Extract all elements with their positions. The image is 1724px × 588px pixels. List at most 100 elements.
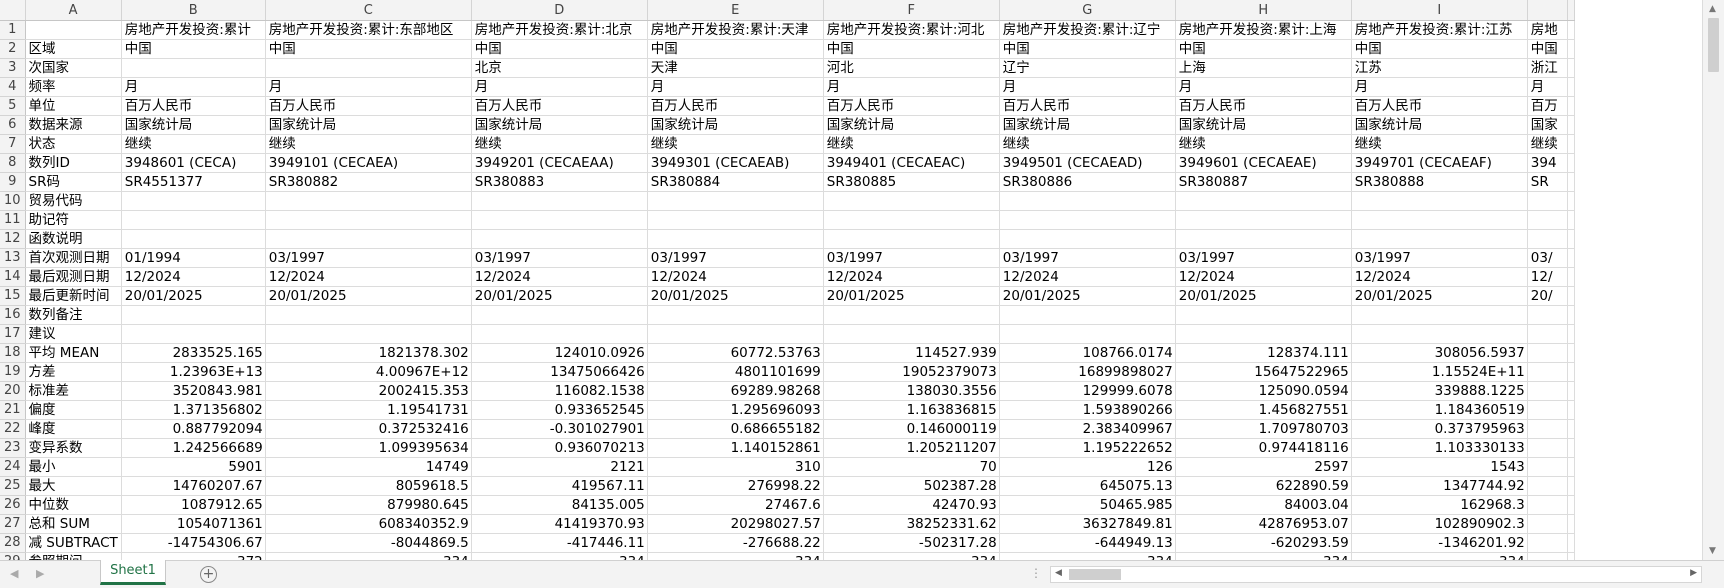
cell[interactable] [823,305,1000,325]
cell[interactable]: 308056.5937 [1351,343,1528,363]
cell[interactable]: 辽宁 [999,58,1176,78]
cell[interactable]: 2833525.165 [121,343,266,363]
cell[interactable] [1567,172,1575,192]
cell[interactable]: 84003.04 [1175,495,1352,515]
cell[interactable]: 38252331.62 [823,514,1000,534]
cell[interactable]: 方差 [25,362,122,382]
cell[interactable] [1527,514,1568,534]
cell[interactable]: 月 [1175,77,1352,97]
cell[interactable]: 房地产开发投资:累计 [121,20,266,40]
cell[interactable]: 百万人民币 [823,96,1000,116]
cell[interactable] [1527,381,1568,401]
cell[interactable]: 108766.0174 [999,343,1176,363]
row-header[interactable]: 4 [0,77,26,97]
row-header[interactable]: 24 [0,457,26,477]
cell[interactable]: 河北 [823,58,1000,78]
cell[interactable]: 50465.985 [999,495,1176,515]
cell[interactable] [1527,457,1568,477]
cell[interactable] [1567,476,1575,496]
cell[interactable]: 中位数 [25,495,122,515]
cell[interactable]: 1.103330133 [1351,438,1528,458]
cell[interactable]: 首次观测日期 [25,248,122,268]
cell[interactable]: 162968.3 [1351,495,1528,515]
cell[interactable]: 3949601 (CECAEAE) [1175,153,1352,173]
cell[interactable]: 继续 [121,134,266,154]
cell[interactable]: 20/01/2025 [471,286,648,306]
cell[interactable] [121,305,266,325]
cell[interactable]: -1346201.92 [1351,533,1528,553]
cell[interactable]: 3949401 (CECAEAC) [823,153,1000,173]
cell[interactable] [1567,400,1575,420]
cell[interactable] [1567,305,1575,325]
cell[interactable]: 3949201 (CECAEAA) [471,153,648,173]
cell[interactable]: 助记符 [25,210,122,230]
cell[interactable]: 116082.1538 [471,381,648,401]
cell[interactable]: 69289.98268 [647,381,824,401]
cell[interactable]: -502317.28 [823,533,1000,553]
cell[interactable]: 百万人民币 [121,96,266,116]
cell[interactable] [1567,134,1575,154]
cell[interactable]: 房地 [1527,20,1568,40]
cell[interactable] [471,324,648,344]
cell[interactable]: 125090.0594 [1175,381,1352,401]
cell[interactable] [1351,324,1528,344]
cell[interactable]: 0.936070213 [471,438,648,458]
cell[interactable]: 百万人民币 [1175,96,1352,116]
cell[interactable] [1527,476,1568,496]
row-header[interactable]: 19 [0,362,26,382]
cell[interactable]: 偏度 [25,400,122,420]
cell[interactable]: 310 [647,457,824,477]
cell[interactable]: 2.383409967 [999,419,1176,439]
cell[interactable]: 138030.3556 [823,381,1000,401]
cell[interactable]: 0.686655182 [647,419,824,439]
cell[interactable]: 继续 [999,134,1176,154]
cell[interactable]: 12/2024 [471,267,648,287]
tab-split-handle-icon[interactable]: ⋮ [1030,566,1043,580]
cell[interactable]: 0.372532416 [265,419,472,439]
cell[interactable]: 函数说明 [25,229,122,249]
tab-sheet1[interactable]: Sheet1 [100,560,166,585]
cell[interactable] [1175,324,1352,344]
cell[interactable] [471,210,648,230]
cell[interactable] [1351,191,1528,211]
cell[interactable] [1567,533,1575,553]
cell[interactable] [1527,305,1568,325]
cell[interactable]: 房地产开发投资:累计:江苏 [1351,20,1528,40]
cell[interactable] [1175,191,1352,211]
row-header[interactable]: 20 [0,381,26,401]
cell[interactable] [265,210,472,230]
cell[interactable]: 变异系数 [25,438,122,458]
cell[interactable]: 1.371356802 [121,400,266,420]
row-header[interactable]: 16 [0,305,26,325]
row-header[interactable]: 12 [0,229,26,249]
cell[interactable]: SR380885 [823,172,1000,192]
cell[interactable]: -417446.11 [471,533,648,553]
cell[interactable]: 12/ [1527,267,1568,287]
cell[interactable]: 数列ID [25,153,122,173]
cell[interactable] [999,210,1176,230]
cell[interactable]: 区域 [25,39,122,59]
cell[interactable]: 15647522965 [1175,362,1352,382]
row-header[interactable]: 14 [0,267,26,287]
row-header[interactable]: 3 [0,58,26,78]
cell[interactable]: 124010.0926 [471,343,648,363]
cell[interactable]: 百万人民币 [647,96,824,116]
cell[interactable]: 继续 [471,134,648,154]
cell[interactable] [265,229,472,249]
row-header[interactable]: 18 [0,343,26,363]
cell[interactable]: 03/1997 [1175,248,1352,268]
cell[interactable]: 1.242566689 [121,438,266,458]
cell[interactable]: 1.163836815 [823,400,1000,420]
cell[interactable]: 国家统计局 [121,115,266,135]
cell[interactable]: 102890902.3 [1351,514,1528,534]
cell[interactable]: 879980.645 [265,495,472,515]
row-header[interactable]: 10 [0,191,26,211]
cell[interactable]: 4.00967E+12 [265,362,472,382]
cell[interactable] [265,305,472,325]
cell[interactable]: 20/01/2025 [265,286,472,306]
cell[interactable]: 4801101699 [647,362,824,382]
cell[interactable]: 1054071361 [121,514,266,534]
cell[interactable]: 月 [999,77,1176,97]
cell[interactable]: 126 [999,457,1176,477]
cell[interactable]: 房地产开发投资:累计:辽宁 [999,20,1176,40]
